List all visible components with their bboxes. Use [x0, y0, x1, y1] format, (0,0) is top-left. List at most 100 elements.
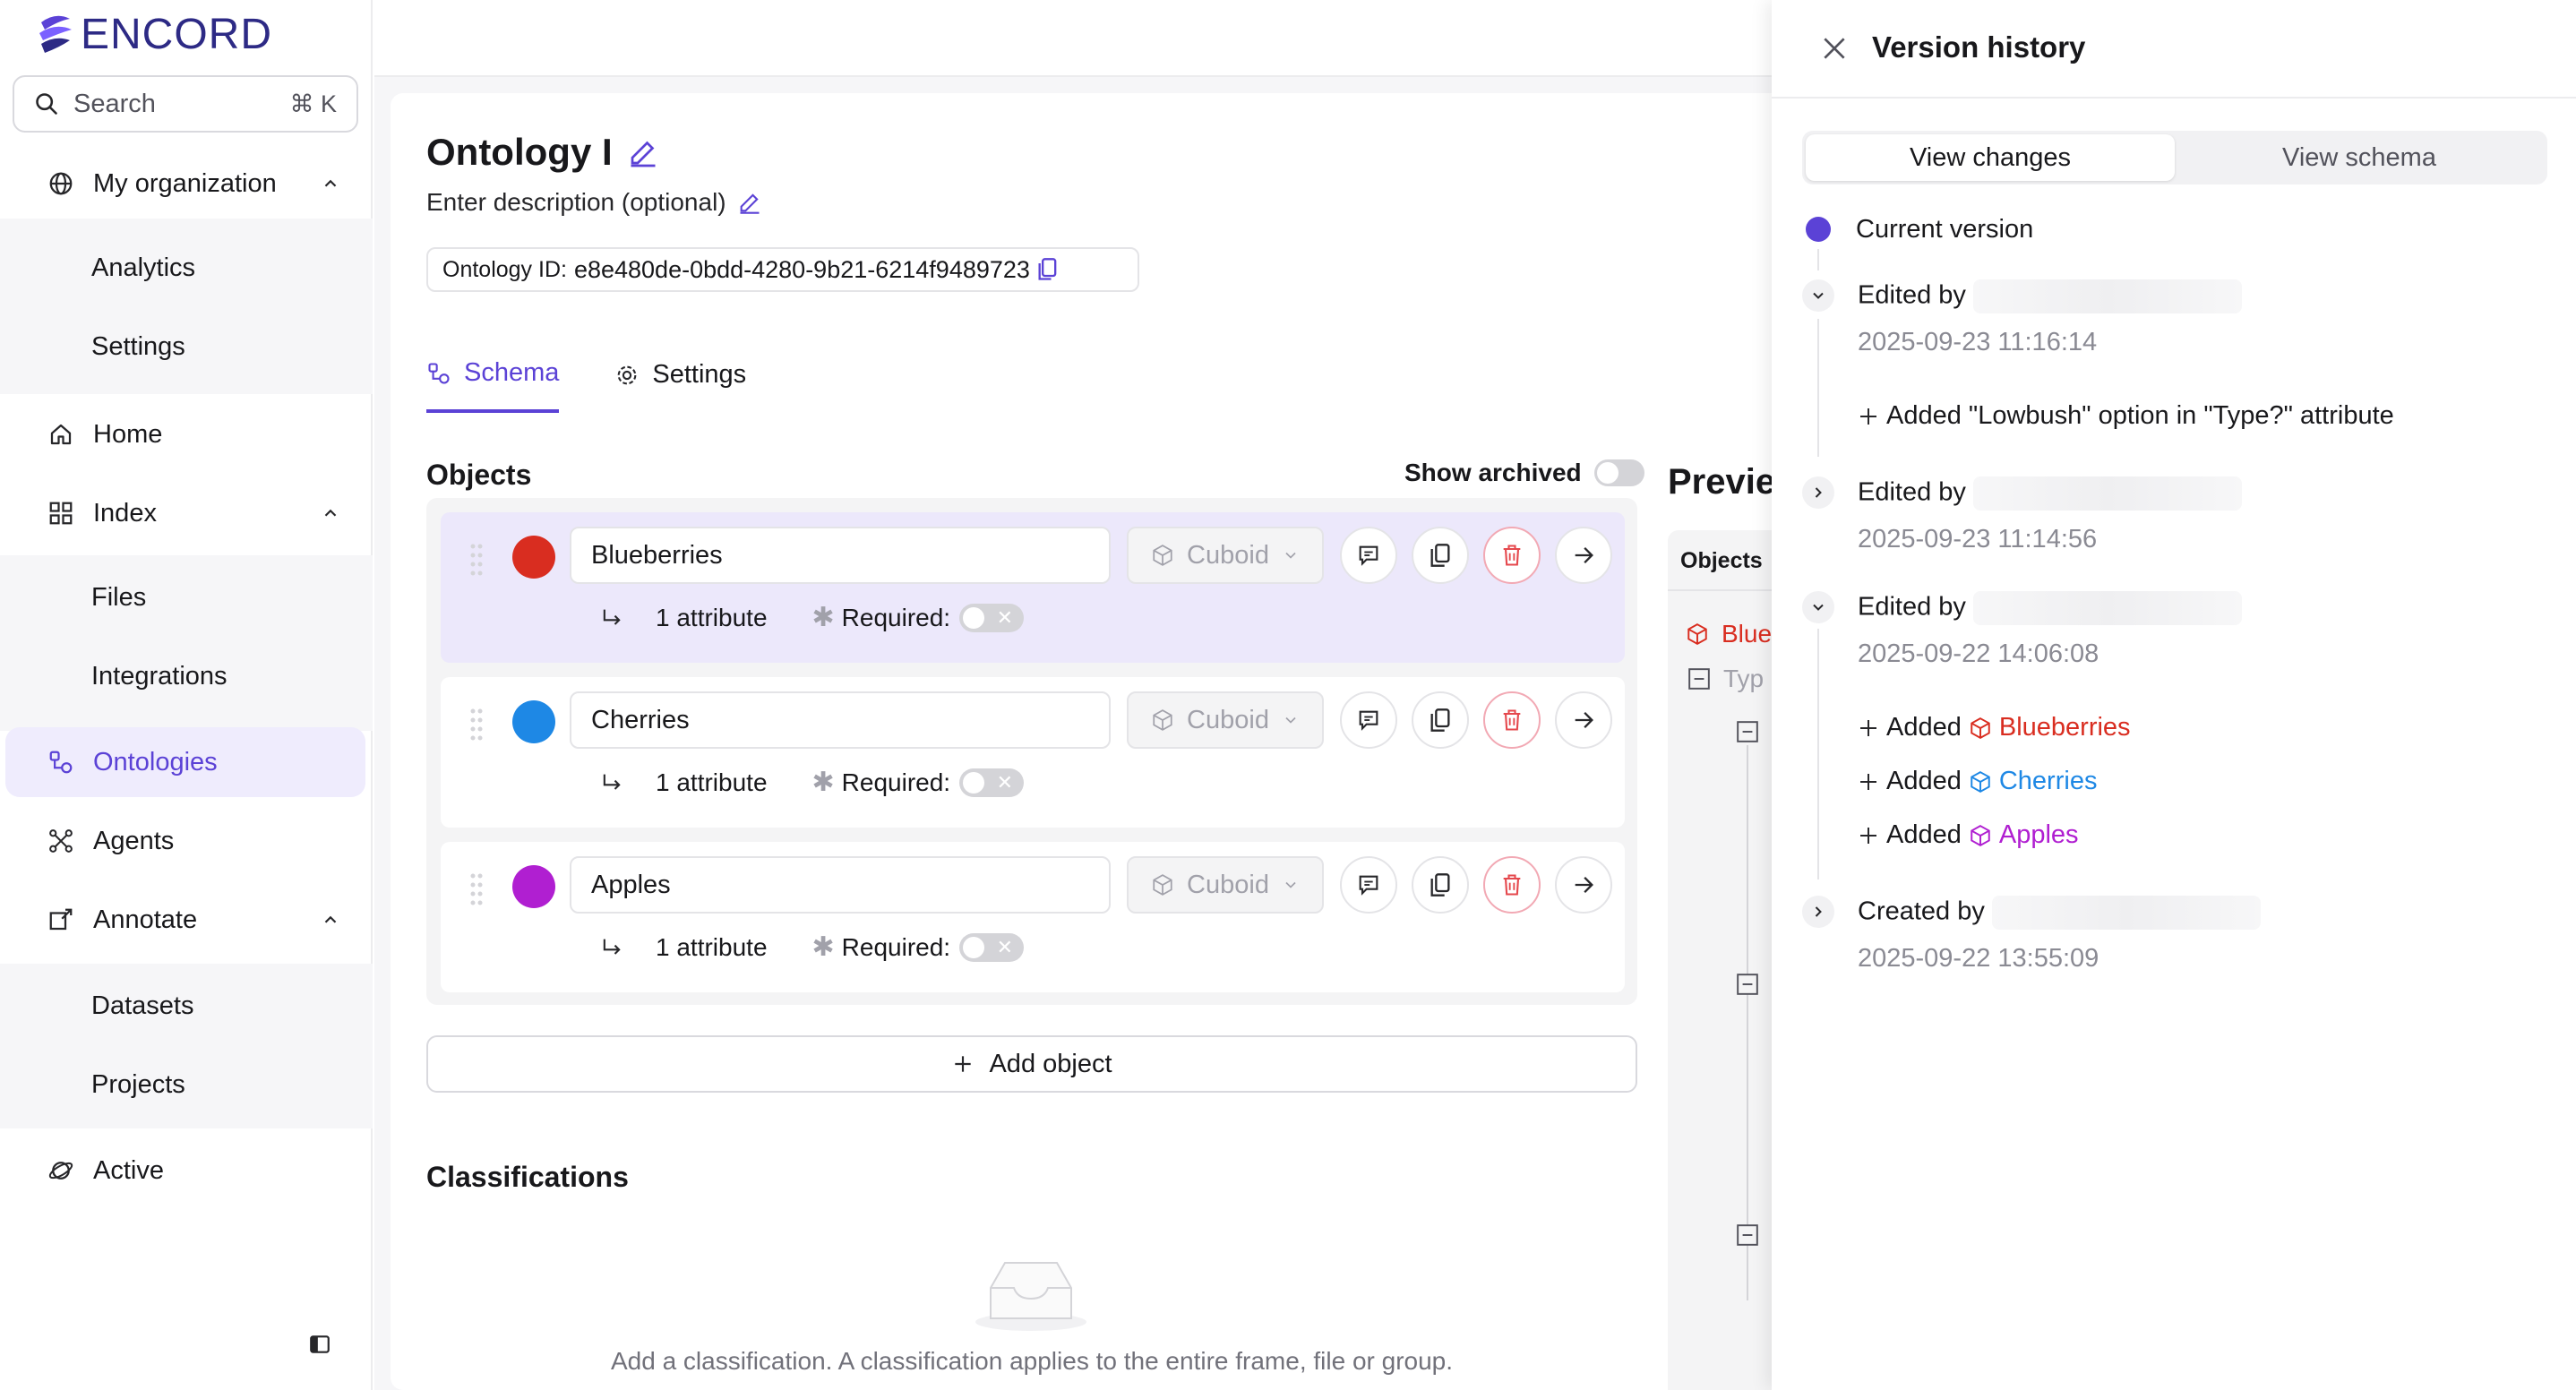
sidebar-item-integrations[interactable]: Integrations [91, 641, 228, 711]
search-input[interactable]: Search ⌘ K [13, 75, 358, 133]
chevron-down-icon [1282, 546, 1300, 564]
shape-label: Cuboid [1187, 870, 1269, 899]
drag-handle-icon[interactable] [468, 871, 485, 906]
version-entry-author[interactable]: Created by [1858, 896, 2261, 930]
open-object-button[interactable] [1555, 856, 1612, 914]
drag-handle-icon[interactable] [468, 706, 485, 742]
collapse-icon[interactable] [1736, 973, 1759, 996]
plus-icon [1858, 717, 1879, 739]
comment-button[interactable] [1340, 856, 1397, 914]
object-color-swatch[interactable] [512, 865, 555, 908]
sidebar-item-ontologies[interactable]: Ontologies [5, 727, 365, 797]
sidebar-item-files[interactable]: Files [91, 562, 146, 632]
view-changes-button[interactable]: View changes [1806, 134, 2175, 181]
tab-settings[interactable]: Settings [614, 358, 746, 413]
chevron-down-icon[interactable] [1802, 279, 1834, 312]
added-object-name[interactable]: Cherries [1999, 767, 2098, 796]
sidebar-item-annotate[interactable]: Annotate [5, 885, 365, 955]
attribute-count[interactable]: 1 attribute [656, 604, 768, 632]
version-entry-author[interactable]: Edited by [1858, 279, 2242, 313]
sidebar-item-agents[interactable]: Agents [5, 806, 365, 876]
preview-attribute-item[interactable]: Typ [1687, 665, 1764, 693]
delete-button[interactable] [1483, 527, 1541, 584]
attribute-count[interactable]: 1 attribute [656, 768, 768, 797]
encord-logo[interactable]: ENCORD [36, 11, 272, 58]
view-schema-button[interactable]: View schema [2175, 134, 2544, 181]
object-name-input[interactable]: Apples [570, 856, 1111, 914]
comment-button[interactable] [1340, 691, 1397, 749]
asterisk-icon: ✱ [811, 603, 835, 632]
add-object-button[interactable]: Add object [426, 1035, 1637, 1093]
duplicate-button[interactable] [1412, 856, 1469, 914]
empty-inbox-icon [973, 1252, 1089, 1333]
chevron-down-icon[interactable] [1802, 591, 1834, 623]
version-entry-author[interactable]: Edited by [1858, 591, 2242, 625]
cube-icon [1969, 716, 1992, 740]
globe-icon [45, 170, 77, 197]
ontology-icon [45, 749, 77, 776]
object-name-input[interactable]: Cherries [570, 691, 1111, 749]
edit-title-icon[interactable] [627, 136, 659, 168]
redacted-user [1972, 476, 2242, 511]
encord-logo-icon [39, 15, 72, 53]
preview-attribute-name: Typ [1723, 665, 1765, 692]
duplicate-button[interactable] [1412, 527, 1469, 584]
shape-select[interactable]: Cuboid [1127, 691, 1324, 749]
required-toggle[interactable]: ✕ [959, 768, 1025, 797]
tab-schema[interactable]: Schema [426, 358, 560, 413]
shape-select[interactable]: Cuboid [1127, 527, 1324, 584]
chevron-down-icon [1282, 876, 1300, 894]
object-attributes: 1 attribute ✱ Required: ✕ [598, 931, 1025, 963]
close-icon[interactable] [1820, 34, 1849, 63]
added-object-name[interactable]: Apples [1999, 820, 2079, 850]
edit-description-icon[interactable] [737, 190, 762, 215]
object-color-swatch[interactable] [512, 536, 555, 579]
cube-icon [1686, 622, 1709, 646]
chevron-right-icon[interactable] [1802, 896, 1834, 928]
preview-object-item[interactable]: Blue [1686, 620, 1772, 648]
duplicate-button[interactable] [1412, 691, 1469, 749]
drag-handle-icon[interactable] [468, 541, 485, 577]
open-object-button[interactable] [1555, 527, 1612, 584]
object-color-swatch[interactable] [512, 700, 555, 743]
sidebar-item-datasets[interactable]: Datasets [91, 971, 193, 1041]
object-row[interactable]: Apples Cuboid 1 attribute ✱ Required: ✕ [441, 842, 1625, 992]
delete-button[interactable] [1483, 856, 1541, 914]
version-entry-author[interactable]: Edited by [1858, 476, 2242, 511]
object-row[interactable]: Cherries Cuboid 1 attribute ✱ Required: … [441, 677, 1625, 828]
required-label: Required: [841, 603, 951, 631]
panel-header: Version history [1772, 0, 2576, 99]
required-toggle[interactable]: ✕ [959, 603, 1025, 632]
sidebar-item-active[interactable]: Active [5, 1136, 365, 1206]
chevron-right-icon[interactable] [1802, 476, 1834, 509]
copy-icon[interactable] [1037, 257, 1059, 282]
grid-icon [45, 500, 77, 527]
top-bar [374, 0, 1772, 77]
collapse-icon[interactable] [1736, 1223, 1759, 1247]
cube-icon [1151, 544, 1174, 567]
shape-select[interactable]: Cuboid [1127, 856, 1324, 914]
object-row[interactable]: Blueberries Cuboid 1 attribute ✱ Require… [441, 512, 1625, 663]
required-toggle[interactable]: ✕ [959, 932, 1025, 962]
comment-button[interactable] [1340, 527, 1397, 584]
asterisk-icon: ✱ [811, 932, 835, 962]
plus-icon [1858, 406, 1879, 427]
sidebar: ENCORD Search ⌘ K My organization Analyt… [0, 0, 373, 1390]
sidebar-item-settings[interactable]: Settings [91, 312, 185, 382]
attribute-count[interactable]: 1 attribute [656, 933, 768, 962]
plus-icon [951, 1052, 975, 1076]
object-name-input[interactable]: Blueberries [570, 527, 1111, 584]
open-object-button[interactable] [1555, 691, 1612, 749]
agents-icon [45, 828, 77, 854]
sidebar-item-projects[interactable]: Projects [91, 1050, 185, 1120]
added-object-name[interactable]: Blueberries [1999, 713, 2131, 742]
sidebar-item-analytics[interactable]: Analytics [91, 233, 195, 303]
delete-button[interactable] [1483, 691, 1541, 749]
sidebar-item-home[interactable]: Home [5, 399, 365, 469]
collapse-sidebar-icon[interactable] [308, 1333, 331, 1356]
collapse-icon[interactable] [1736, 720, 1759, 743]
panel-title: Version history [1872, 30, 2086, 64]
show-archived-toggle[interactable] [1593, 459, 1644, 486]
sidebar-item-my-organization[interactable]: My organization [5, 149, 365, 219]
sidebar-item-index[interactable]: Index [5, 478, 365, 548]
